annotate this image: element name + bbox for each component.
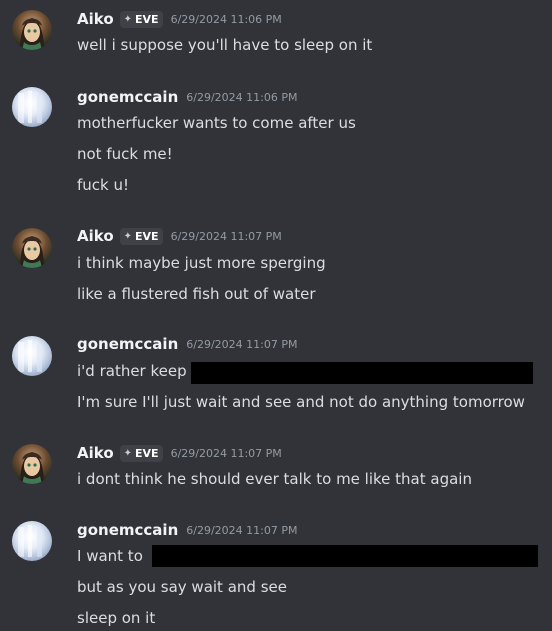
message-text: i think maybe just more sperging (77, 254, 326, 272)
server-tag-label: EVE (135, 12, 159, 26)
message-header: Aiko ✦ EVE 6/29/2024 11:07 PM (77, 443, 282, 463)
timestamp[interactable]: 6/29/2024 11:07 PM (171, 447, 282, 460)
message-text: sleep on it (77, 609, 156, 627)
message-text: motherfucker wants to come after us (77, 114, 356, 132)
avatar[interactable] (12, 336, 52, 376)
timestamp[interactable]: 6/29/2024 11:07 PM (186, 524, 297, 537)
message-text: but as you say wait and see (77, 578, 287, 596)
redaction-bar (152, 545, 538, 567)
server-tag-label: EVE (135, 229, 159, 243)
light-orb-avatar-icon (18, 91, 42, 123)
message-header: gonemccain 6/29/2024 11:07 PM (77, 334, 297, 354)
username[interactable]: gonemccain (77, 521, 178, 539)
message-header: Aiko ✦ EVE 6/29/2024 11:06 PM (77, 9, 282, 29)
avatar[interactable] (12, 228, 52, 268)
server-tag[interactable]: ✦ EVE (119, 444, 163, 462)
username[interactable]: Aiko (77, 227, 114, 245)
server-tag[interactable]: ✦ EVE (119, 227, 163, 245)
diamond-sparkle-icon: ✦ (123, 13, 133, 25)
message-text: i'd rather keep (77, 362, 187, 380)
server-tag[interactable]: ✦ EVE (119, 10, 163, 28)
timestamp[interactable]: 6/29/2024 11:06 PM (171, 13, 282, 26)
timestamp[interactable]: 6/29/2024 11:07 PM (171, 230, 282, 243)
timestamp[interactable]: 6/29/2024 11:06 PM (186, 91, 297, 104)
avatar[interactable] (12, 10, 52, 50)
message-header: gonemccain 6/29/2024 11:07 PM (77, 520, 297, 540)
light-orb-avatar-icon (18, 525, 42, 557)
message-text: fuck u! (77, 176, 130, 194)
username[interactable]: gonemccain (77, 335, 178, 353)
message-header: Aiko ✦ EVE 6/29/2024 11:07 PM (77, 226, 282, 246)
anime-avatar-icon (20, 452, 44, 484)
message-text: i dont think he should ever talk to me l… (77, 470, 472, 488)
message-text: I want to (77, 547, 143, 565)
message-text: not fuck me! (77, 145, 173, 163)
username[interactable]: Aiko (77, 10, 114, 28)
light-orb-avatar-icon (18, 340, 42, 372)
anime-avatar-icon (20, 18, 44, 50)
diamond-sparkle-icon: ✦ (123, 230, 133, 242)
server-tag-label: EVE (135, 446, 159, 460)
avatar[interactable] (12, 521, 52, 561)
username[interactable]: Aiko (77, 444, 114, 462)
message-text: well i suppose you'll have to sleep on i… (77, 36, 373, 54)
timestamp[interactable]: 6/29/2024 11:07 PM (186, 338, 297, 351)
message-text: like a flustered fish out of water (77, 285, 316, 303)
redaction-bar (191, 362, 533, 384)
anime-avatar-icon (20, 236, 44, 268)
message-text: I'm sure I'll just wait and see and not … (77, 393, 525, 411)
avatar[interactable] (12, 87, 52, 127)
username[interactable]: gonemccain (77, 88, 178, 106)
avatar[interactable] (12, 444, 52, 484)
diamond-sparkle-icon: ✦ (123, 447, 133, 459)
message-header: gonemccain 6/29/2024 11:06 PM (77, 87, 297, 107)
